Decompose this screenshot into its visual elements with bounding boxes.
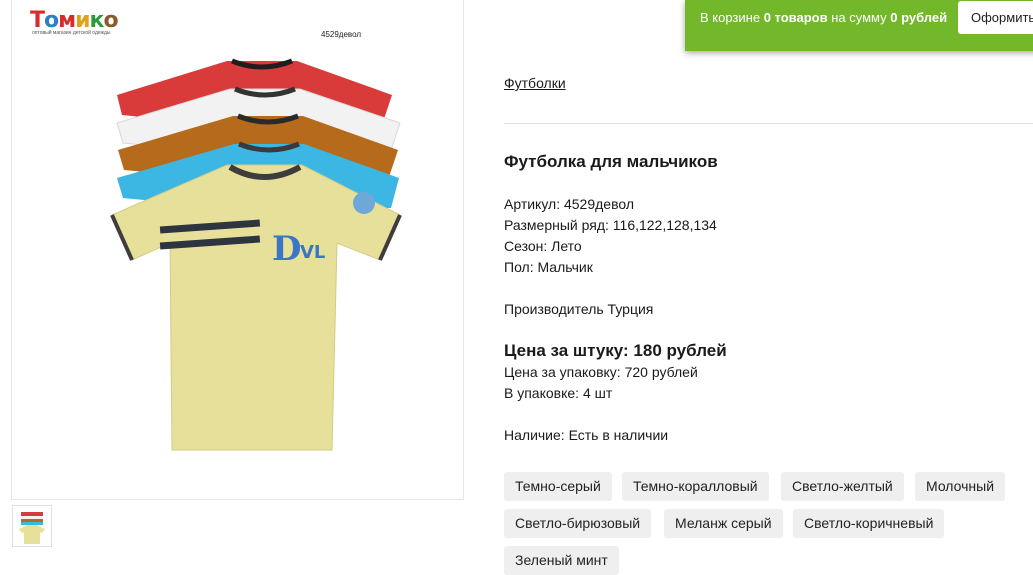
- cart-count: 0 товаров: [763, 10, 828, 25]
- manufacturer-line: Производитель Турция: [504, 301, 654, 317]
- pack-price: Цена за упаковку: 720 рублей: [504, 364, 698, 380]
- breadcrumb-category-link[interactable]: Футболки: [504, 75, 566, 91]
- color-option[interactable]: Светло-бирюзовый: [504, 509, 652, 538]
- checkout-button[interactable]: Оформить: [958, 1, 1033, 34]
- image-article-code: 4529девол: [321, 30, 362, 39]
- color-option[interactable]: Меланж серый: [664, 509, 783, 538]
- product-title: Футболка для мальчиков: [504, 152, 718, 171]
- gender-line: Пол: Мальчик: [504, 259, 593, 275]
- cart-sum: 0 рублей: [890, 10, 948, 25]
- print-text: D: [272, 229, 301, 269]
- yellow-shirt: D VL: [110, 164, 402, 451]
- color-option[interactable]: Светло-коричневый: [793, 509, 945, 538]
- product-thumbnail[interactable]: [12, 505, 52, 547]
- divider: [504, 123, 1033, 124]
- season-line: Сезон: Лето: [504, 238, 582, 254]
- cart-banner: В корзине 0 товаров на сумму 0 рублей Оф…: [685, 0, 1033, 51]
- color-option[interactable]: Молочный: [915, 472, 1006, 501]
- product-image[interactable]: Томико оптовый магазин детской одежды 45…: [11, 0, 464, 500]
- logo-subtitle: оптовый магазин детской одежды: [32, 30, 111, 36]
- unit-price: Цена за штуку: 180 рублей: [504, 341, 727, 360]
- thumbnail-image: [19, 512, 45, 544]
- availability-line: Наличие: Есть в наличии: [504, 427, 669, 443]
- color-option[interactable]: Темно-коралловый: [622, 472, 769, 501]
- cart-summary: В корзине 0 товаров на сумму 0 рублей: [700, 10, 948, 25]
- article-line: Артикул: 4529девол: [504, 196, 634, 212]
- sizes-line: Размерный ряд: 116,122,128,134: [504, 217, 717, 233]
- color-option[interactable]: Зеленый минт: [504, 546, 619, 575]
- svg-text:VL: VL: [300, 242, 325, 263]
- tshirt-stack-image: D VL: [110, 58, 402, 451]
- color-option[interactable]: Темно-серый: [504, 472, 612, 501]
- color-option[interactable]: Светло-желтый: [781, 472, 904, 501]
- pack-quantity: В упаковке: 4 шт: [504, 385, 613, 401]
